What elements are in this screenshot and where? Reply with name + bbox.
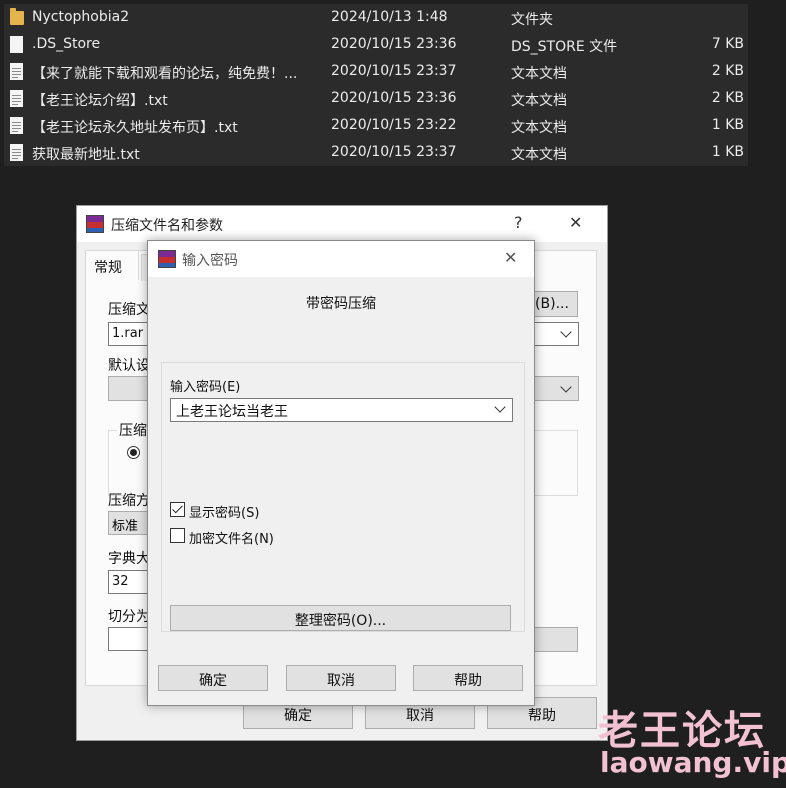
file-row[interactable]: 【老王论坛介绍】.txt 2020/10/15 23:36 文本文档 2 KB — [4, 85, 748, 112]
format-group-label: 压缩 — [117, 420, 149, 440]
chevron-down-icon[interactable] — [494, 401, 506, 413]
chevron-down-icon — [560, 326, 572, 338]
file-size: 1 KB — [711, 144, 744, 160]
password-dialog: 输入密码 ✕ 带密码压缩 输入密码(E) 上老王论坛当老王 显示密码(S) 加密… — [147, 240, 535, 706]
file-date: 2020/10/15 23:37 — [331, 63, 457, 79]
password-help-button[interactable]: 帮助 — [413, 665, 523, 691]
file-date: 2020/10/15 23:36 — [331, 90, 457, 106]
help-icon[interactable]: ? — [514, 213, 523, 232]
file-type: 文本文档 — [511, 147, 567, 163]
file-type: 文本文档 — [511, 93, 567, 109]
format-rar-radio[interactable] — [127, 446, 140, 459]
text-file-icon — [10, 63, 23, 80]
split-label: 切分为 — [108, 609, 150, 625]
file-size: 7 KB — [711, 36, 744, 52]
password-dialog-title: 输入密码 — [182, 253, 238, 269]
password-cancel-button[interactable]: 取消 — [286, 665, 396, 691]
file-type: DS_STORE 文件 — [511, 39, 618, 55]
file-type: 文本文档 — [511, 66, 567, 82]
split-side-button[interactable] — [533, 627, 578, 652]
file-row[interactable]: 【老王论坛永久地址发布页】.txt 2020/10/15 23:22 文本文档 … — [4, 112, 748, 139]
file-date: 2020/10/15 23:37 — [331, 144, 457, 160]
archive-name-label: 压缩文 — [108, 302, 150, 318]
winrar-icon — [86, 215, 104, 233]
text-file-icon — [10, 90, 23, 107]
password-heading: 带密码压缩 — [306, 296, 376, 312]
text-file-icon — [10, 117, 23, 134]
close-icon[interactable]: ✕ — [569, 213, 582, 232]
password-ok-button[interactable]: 确定 — [158, 665, 268, 691]
file-name: 【老王论坛永久地址发布页】.txt — [32, 120, 238, 136]
watermark-url: laowang.vip — [600, 746, 786, 779]
file-name: 【来了就能下载和观看的论坛，纯免费！... — [32, 66, 298, 82]
dictionary-label: 字典大 — [108, 551, 150, 567]
file-row[interactable]: 【来了就能下载和观看的论坛，纯免费！... 2020/10/15 23:37 文… — [4, 58, 748, 85]
password-dialog-titlebar[interactable]: 输入密码 ✕ — [148, 241, 534, 277]
text-file-icon — [10, 144, 23, 161]
close-icon[interactable]: ✕ — [504, 248, 517, 267]
chevron-down-icon — [560, 381, 572, 393]
archive-dialog-titlebar[interactable]: 压缩文件名和参数 ? ✕ — [77, 206, 607, 242]
file-icon — [10, 36, 23, 53]
method-dropdown[interactable]: 标准 — [108, 511, 150, 535]
file-name: 获取最新地址.txt — [32, 147, 140, 163]
file-list: Nyctophobia2 2024/10/13 1:48 文件夹 .DS_Sto… — [4, 4, 748, 166]
file-name: Nyctophobia2 — [32, 9, 130, 25]
file-size: 1 KB — [711, 117, 744, 133]
file-date: 2020/10/15 23:22 — [331, 117, 457, 133]
file-row[interactable]: Nyctophobia2 2024/10/13 1:48 文件夹 — [4, 4, 748, 31]
password-input[interactable]: 上老王论坛当老王 — [170, 398, 513, 422]
encrypt-filenames-checkbox[interactable] — [170, 528, 185, 543]
file-row[interactable]: 获取最新地址.txt 2020/10/15 23:37 文本文档 1 KB — [4, 139, 748, 166]
file-date: 2020/10/15 23:36 — [331, 36, 457, 52]
method-label: 压缩方 — [108, 493, 150, 509]
folder-icon — [10, 8, 24, 25]
encrypt-filenames-label[interactable]: 加密文件名(N) — [189, 528, 274, 547]
split-input[interactable] — [108, 627, 150, 651]
archive-dialog-title: 压缩文件名和参数 — [111, 218, 223, 234]
file-type: 文件夹 — [511, 12, 553, 28]
archive-name-value: 1.rar — [112, 326, 144, 341]
tab-general[interactable]: 常规 — [85, 250, 139, 280]
show-password-checkbox[interactable] — [170, 502, 185, 517]
password-label: 输入密码(E) — [170, 380, 241, 395]
winrar-icon — [158, 250, 176, 268]
file-date: 2024/10/13 1:48 — [331, 9, 448, 25]
show-password-label[interactable]: 显示密码(S) — [189, 502, 259, 521]
dictionary-dropdown[interactable]: 32 — [108, 570, 150, 594]
organize-passwords-button[interactable]: 整理密码(O)... — [170, 605, 511, 631]
default-profile-label: 默认设 — [108, 358, 150, 374]
file-name: .DS_Store — [32, 36, 101, 52]
file-type: 文本文档 — [511, 120, 567, 136]
file-name: 【老王论坛介绍】.txt — [32, 93, 168, 109]
file-size: 2 KB — [711, 90, 744, 106]
file-row[interactable]: .DS_Store 2020/10/15 23:36 DS_STORE 文件 7… — [4, 31, 748, 58]
file-size: 2 KB — [711, 63, 744, 79]
password-value: 上老王论坛当老王 — [176, 404, 288, 420]
